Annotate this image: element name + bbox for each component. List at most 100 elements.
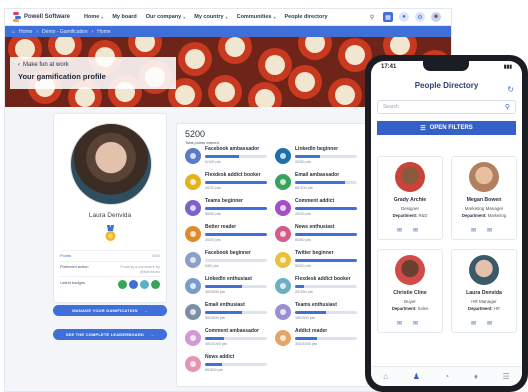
search-input[interactable]: Search ⚲: [377, 100, 516, 114]
chat-icon[interactable]: ✉: [471, 227, 476, 234]
dashboard-icon[interactable]: ◔: [444, 372, 449, 381]
breadcrumb-item[interactable]: Home: [97, 29, 110, 35]
latest-badges-row: Latest badges: [60, 280, 160, 289]
manage-gamification-button[interactable]: MANAGE YOUR GAMIFICATION →: [53, 305, 167, 316]
badge-item[interactable]: News addict 80/300 pts: [185, 354, 275, 375]
nav-item[interactable]: Home ▾: [84, 14, 103, 20]
top-navigation: Powell Software Home ▾ My board Our company…: [5, 9, 451, 26]
badge-item[interactable]: News enthusiast 60/60 pts: [275, 224, 365, 245]
nav-item[interactable]: Our company ▾: [146, 14, 185, 20]
phone-screen: 17:41 ▮▮▮ People Directory ↻ Search ⚲ ☰ …: [371, 61, 522, 386]
badge-points: 20/20 pts: [295, 211, 311, 216]
badge-mini-icon: [140, 280, 149, 289]
badge-mini-icon: [118, 280, 127, 289]
badge-name: LinkedIn beginner: [295, 146, 339, 152]
person-card[interactable]: Grady Archie Designer Department: R&D ✉ ✉: [377, 156, 443, 240]
badge-progress: [205, 155, 267, 158]
badge-progress: [205, 207, 267, 210]
person-role: Buyer: [404, 299, 416, 304]
nav-item[interactable]: My board: [112, 14, 136, 20]
nav-item[interactable]: Communities ▾: [237, 14, 276, 20]
badge-icon: [185, 148, 201, 164]
back-link[interactable]: ‹ Make fun at work: [18, 62, 168, 68]
nav-item[interactable]: People directory: [284, 14, 327, 20]
badge-name: Email ambassador: [295, 172, 340, 178]
search-icon[interactable]: ⚲: [367, 12, 377, 22]
page-title: Your gamification profile: [18, 72, 106, 81]
badge-icon: [275, 304, 291, 320]
home-icon[interactable]: ⌂: [383, 372, 388, 381]
breadcrumb-item[interactable]: Demo - Gamification: [42, 29, 88, 35]
search-icon: ⚲: [504, 104, 510, 111]
badge-icon: [275, 174, 291, 190]
badge-item[interactable]: Twitter beginner 50/50 pts: [275, 250, 365, 271]
settings-icon[interactable]: ⚙: [415, 12, 425, 22]
badge-item[interactable]: LinkedIn enthusiast 300/500 pts: [185, 276, 275, 297]
badge-icon: [275, 252, 291, 268]
badge-points: 150/300 pts: [295, 315, 315, 320]
bell-icon[interactable]: ♦: [474, 372, 478, 381]
status-time: 17:41: [381, 64, 397, 70]
person-card[interactable]: Christie Cline Buyer Department: Sales ✉…: [377, 249, 443, 333]
badge-item[interactable]: LinkedIn beginner 20/50 pts: [275, 146, 365, 167]
mail-icon[interactable]: ✉: [487, 320, 492, 327]
badge-points: 20/150 pts: [295, 289, 313, 294]
mobile-phone: 17:41 ▮▮▮ People Directory ↻ Search ⚲ ☰ …: [365, 55, 528, 392]
person-card[interactable]: Megan Bowen Marketing Manager Department…: [451, 156, 517, 240]
badge-icon: [185, 304, 201, 320]
badge-points: 340/1000 pts: [295, 341, 317, 346]
badge-points: 20/50 pts: [295, 159, 311, 164]
badge-item[interactable]: Addict reader 340/1000 pts: [275, 328, 365, 349]
app-title: People Directory: [414, 81, 479, 90]
chat-icon[interactable]: ✉: [397, 227, 402, 234]
refresh-icon[interactable]: ↻: [507, 85, 514, 94]
menu-icon[interactable]: ☰: [502, 372, 509, 381]
badge-icon: [185, 278, 201, 294]
badge-points: 300/1000 pts: [205, 341, 227, 346]
mail-icon[interactable]: ✉: [413, 227, 418, 234]
chat-icon[interactable]: ✉: [397, 320, 402, 327]
badge-item[interactable]: Flexdesk addict booker 20/150 pts: [275, 276, 365, 297]
open-filters-button[interactable]: ☰ OPEN FILTERS: [377, 121, 516, 135]
badges-panel: 5200 Total points earned Facebook ambass…: [176, 123, 368, 387]
badge-item[interactable]: Better reader 20/20 pts: [185, 224, 275, 245]
notifications-icon[interactable]: ●: [399, 12, 409, 22]
badge-item[interactable]: Facebook beginner 0/50 pts: [185, 250, 275, 271]
bottom-tab-bar: ⌂ ♟ ◔ ♦ ☰: [371, 366, 522, 386]
badge-item[interactable]: Comment ambassador 300/1000 pts: [185, 328, 275, 349]
user-avatar[interactable]: ☻: [431, 12, 441, 22]
person-avatar: [395, 255, 425, 285]
brand-logo[interactable]: Powell Software: [13, 12, 70, 22]
badge-item[interactable]: Flexdesk addict booker 20/20 pts: [185, 172, 275, 193]
mail-icon[interactable]: ✉: [487, 227, 492, 234]
badge-item[interactable]: Email ambassador 80/100 pts: [275, 172, 365, 193]
badge-item[interactable]: Facebook ambassador 0/100 pts: [185, 146, 275, 167]
mail-icon[interactable]: ✉: [413, 320, 418, 327]
badge-name: LinkedIn enthusiast: [205, 276, 252, 282]
badge-progress: [205, 259, 267, 262]
badge-item[interactable]: Comment addict 20/20 pts: [275, 198, 365, 219]
badge-name: Facebook beginner: [205, 250, 251, 256]
profile-avatar: [70, 123, 152, 205]
badge-points: 300/500 pts: [205, 315, 225, 320]
badge-icon: [185, 330, 201, 346]
breadcrumb-item[interactable]: Home: [19, 29, 32, 35]
badge-item[interactable]: Teams beginner 50/50 pts: [185, 198, 275, 219]
badge-points: 50/50 pts: [295, 263, 311, 268]
brand-mark-icon: [13, 12, 21, 22]
badge-icon: [185, 226, 201, 242]
badge-item[interactable]: Email enthusiast 300/500 pts: [185, 302, 275, 323]
badge-points: 0/100 pts: [205, 159, 221, 164]
home-icon[interactable]: ⌂: [12, 29, 15, 35]
apps-grid-icon[interactable]: ▦: [383, 12, 393, 22]
nav-item[interactable]: My country ▾: [194, 14, 227, 20]
person-card[interactable]: Laura Denvida HR Manager Department: HR …: [451, 249, 517, 333]
badge-item[interactable]: Teams enthusiast 150/300 pts: [275, 302, 365, 323]
leaderboard-button[interactable]: SEE THE COMPLETE LEADERBOARD →: [53, 329, 167, 340]
badge-icon: [185, 174, 201, 190]
brand-name: Powell Software: [24, 14, 71, 20]
person-name: Laura Denvida: [466, 290, 502, 296]
badge-mini-icon: [129, 280, 138, 289]
people-icon[interactable]: ♟: [413, 372, 420, 381]
chat-icon[interactable]: ✉: [471, 320, 476, 327]
